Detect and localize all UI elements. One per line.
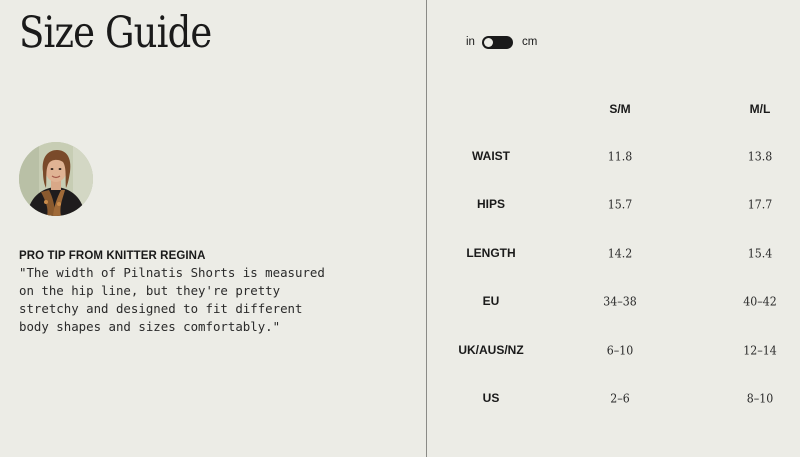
size-table: S/M M/L WAIST 11.8 13.8 HIPS 15.7 17.7 L… xyxy=(427,0,800,457)
cell-length-sm: 14.2 xyxy=(607,245,633,261)
cell-hips-sm: 15.7 xyxy=(607,196,633,212)
cell-eu-sm: 34–38 xyxy=(603,293,637,309)
row-label-length: LENGTH xyxy=(466,246,516,260)
tip-quote: "The width of Pilnatis Shorts is measure… xyxy=(19,265,325,334)
knitter-portrait-image xyxy=(19,142,93,216)
row-label-waist: WAIST xyxy=(472,149,510,163)
cell-waist-sm: 11.8 xyxy=(607,148,633,164)
cell-waist-ml: 13.8 xyxy=(747,148,773,164)
row-label-us: US xyxy=(482,391,500,405)
left-panel: Size Guide PRO TIP FROM KNITTER REGINA "… xyxy=(0,0,426,457)
cell-uk-aus-nz-sm: 6–10 xyxy=(606,342,634,358)
row-label-hips: HIPS xyxy=(476,197,506,211)
cell-us-sm: 2–6 xyxy=(610,390,630,406)
cell-hips-ml: 17.7 xyxy=(747,196,773,212)
cell-us-ml: 8–10 xyxy=(746,390,774,406)
cell-uk-aus-nz-ml: 12–14 xyxy=(743,342,777,358)
tip-heading: PRO TIP FROM KNITTER REGINA xyxy=(19,250,206,262)
page-title: Size Guide xyxy=(19,8,212,58)
column-header-sm: S/M xyxy=(609,102,631,116)
row-label-eu: EU xyxy=(482,294,500,308)
avatar xyxy=(19,142,93,216)
row-label-uk-aus-nz: UK/AUS/NZ xyxy=(458,343,524,357)
column-header-ml: M/L xyxy=(749,102,771,116)
cell-length-ml: 15.4 xyxy=(747,245,773,261)
cell-eu-ml: 40–42 xyxy=(743,293,777,309)
